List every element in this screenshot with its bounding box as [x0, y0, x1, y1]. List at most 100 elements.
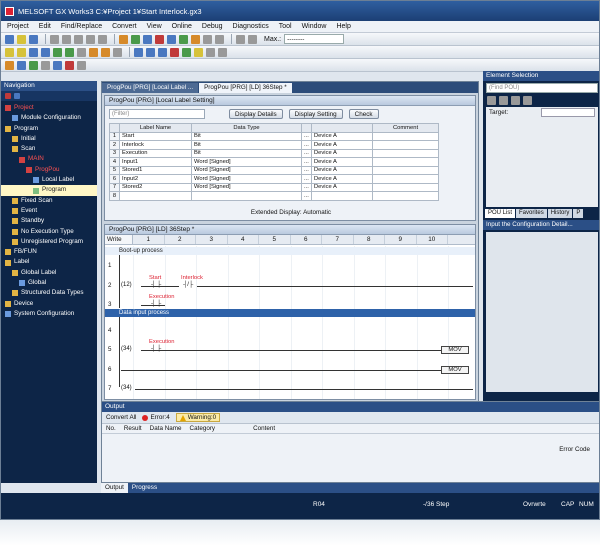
label-row[interactable]: 3 Execution Bit... Device A	[109, 148, 439, 158]
menu-find-replace[interactable]: Find/Replace	[61, 23, 102, 30]
menu-view[interactable]: View	[147, 23, 162, 30]
convert-icon[interactable]	[131, 34, 140, 44]
label-cell[interactable]: ...	[301, 165, 312, 175]
instruction-icon[interactable]	[41, 47, 50, 57]
label-row[interactable]: 2 Interlock Bit... Device A	[109, 140, 439, 150]
label-cell[interactable]: ...	[301, 140, 312, 150]
tree-item[interactable]: No Execution Type	[1, 227, 97, 237]
label-cell[interactable]: ...	[301, 157, 312, 167]
label-cell[interactable]: ...	[301, 191, 312, 201]
label-cell[interactable]: Word [Signed]	[191, 157, 302, 167]
tree-item[interactable]: Standby	[1, 216, 97, 226]
label-row[interactable]: 5 Stored1 Word [Signed]... Device A	[109, 165, 439, 175]
tree-item[interactable]: Initial	[1, 134, 97, 144]
stop-icon[interactable]	[236, 34, 245, 44]
tree-item[interactable]: Device	[1, 299, 97, 309]
label-cell[interactable]: ...	[301, 182, 312, 192]
warning-filter-button[interactable]: Warning:0	[175, 413, 221, 422]
read-plc-icon[interactable]	[167, 34, 176, 44]
mode-select[interactable]: Write	[105, 235, 133, 244]
new-icon[interactable]	[5, 34, 14, 44]
convert-all-button[interactable]: Convert All	[106, 414, 136, 421]
label-cell[interactable]: Word [Signed]	[191, 165, 302, 175]
label-cell[interactable]	[372, 140, 439, 150]
tree-item[interactable]: ProgPou	[1, 165, 97, 175]
tab-progress[interactable]: Progress	[128, 483, 161, 493]
label-cell[interactable]: Input2	[119, 174, 192, 184]
settings-icon[interactable]	[41, 60, 50, 70]
tree-item[interactable]: Label	[1, 257, 97, 267]
line-icon[interactable]	[53, 47, 62, 57]
tree-item[interactable]: Program	[1, 124, 97, 134]
close-contact-icon[interactable]	[17, 47, 26, 57]
label-cell[interactable]	[372, 131, 439, 141]
sort-icon[interactable]	[523, 95, 532, 105]
max-select[interactable]: --------	[284, 34, 345, 44]
parameter-icon[interactable]	[53, 60, 62, 70]
zoom-in-icon[interactable]	[203, 34, 212, 44]
simulation-icon[interactable]	[5, 60, 14, 70]
tree-item[interactable]: Fixed Scan	[1, 196, 97, 206]
diagnostic-icon[interactable]	[65, 60, 74, 70]
menu-tool[interactable]: Tool	[279, 23, 292, 30]
label-cell[interactable]: Device A	[310, 157, 374, 167]
target-select[interactable]	[541, 108, 595, 117]
falling-edge-icon[interactable]	[101, 47, 110, 57]
label-cell[interactable]: Word [Signed]	[191, 174, 302, 184]
window-icon[interactable]	[206, 47, 215, 57]
label-cell[interactable]	[310, 191, 374, 201]
tab-more[interactable]: P	[573, 209, 584, 218]
menu-online[interactable]: Online	[172, 23, 192, 30]
label-cell[interactable]: Device A	[310, 140, 374, 150]
menu-debug[interactable]: Debug	[202, 23, 223, 30]
label-cell[interactable]: Execution	[119, 148, 192, 158]
filter-input[interactable]: (Filter)	[109, 109, 205, 119]
print-icon[interactable]	[77, 60, 86, 70]
label-cell[interactable]	[372, 191, 439, 201]
label-cell[interactable]: Interlock	[119, 140, 192, 150]
debug-icon[interactable]	[191, 34, 200, 44]
label-cell[interactable]	[372, 148, 439, 158]
label-row[interactable]: 8...	[109, 191, 439, 201]
menu-convert[interactable]: Convert	[112, 23, 137, 30]
tree-item[interactable]: Program	[1, 185, 97, 196]
tab-output[interactable]: Output	[101, 483, 128, 493]
label-cell[interactable]	[372, 157, 439, 167]
label-cell[interactable]	[119, 191, 192, 201]
tab-favorites[interactable]: Favorites	[516, 209, 547, 218]
undo-icon[interactable]	[86, 34, 95, 44]
rising-edge-icon[interactable]	[89, 47, 98, 57]
label-cell[interactable]: Device A	[310, 131, 374, 141]
menu-edit[interactable]: Edit	[39, 23, 51, 30]
label-cell[interactable]	[372, 165, 439, 175]
online-icon[interactable]	[143, 34, 152, 44]
check-icon[interactable]	[29, 60, 38, 70]
delete-icon[interactable]	[511, 95, 520, 105]
label-cell[interactable]: ...	[301, 131, 312, 141]
tree-item[interactable]: Unregistered Program	[1, 237, 97, 247]
display-setting-button[interactable]: Display Setting	[288, 109, 343, 119]
monitor-icon[interactable]	[179, 34, 188, 44]
menu-diagnostics[interactable]: Diagnostics	[233, 23, 269, 30]
tree-icon[interactable]	[499, 95, 508, 105]
collapse-icon[interactable]	[5, 93, 11, 99]
tree-item[interactable]: Module Configuration	[1, 113, 97, 123]
open-contact-icon[interactable]	[5, 47, 14, 57]
run-icon[interactable]	[248, 34, 257, 44]
label-cell[interactable]: Stored2	[119, 182, 192, 192]
label-cell[interactable]: Bit	[191, 148, 302, 158]
open-icon[interactable]	[17, 34, 26, 44]
label-cell[interactable]: Start	[119, 131, 192, 141]
cut-icon[interactable]	[50, 34, 59, 44]
label-cell[interactable]	[372, 174, 439, 184]
label-row[interactable]: 1 Start Bit... Device A	[109, 131, 439, 141]
tab-pou-list[interactable]: POU List	[485, 209, 516, 218]
invert-icon[interactable]	[113, 47, 122, 57]
view-icon[interactable]	[14, 93, 20, 99]
check-button[interactable]: Check	[348, 109, 379, 119]
statement-icon[interactable]	[146, 47, 155, 57]
zoom-out-icon[interactable]	[215, 34, 224, 44]
label-cell[interactable]: Bit	[191, 131, 302, 141]
pou-search-input[interactable]: (Find POU)	[486, 83, 598, 93]
tree-item[interactable]: Global Label	[1, 268, 97, 278]
